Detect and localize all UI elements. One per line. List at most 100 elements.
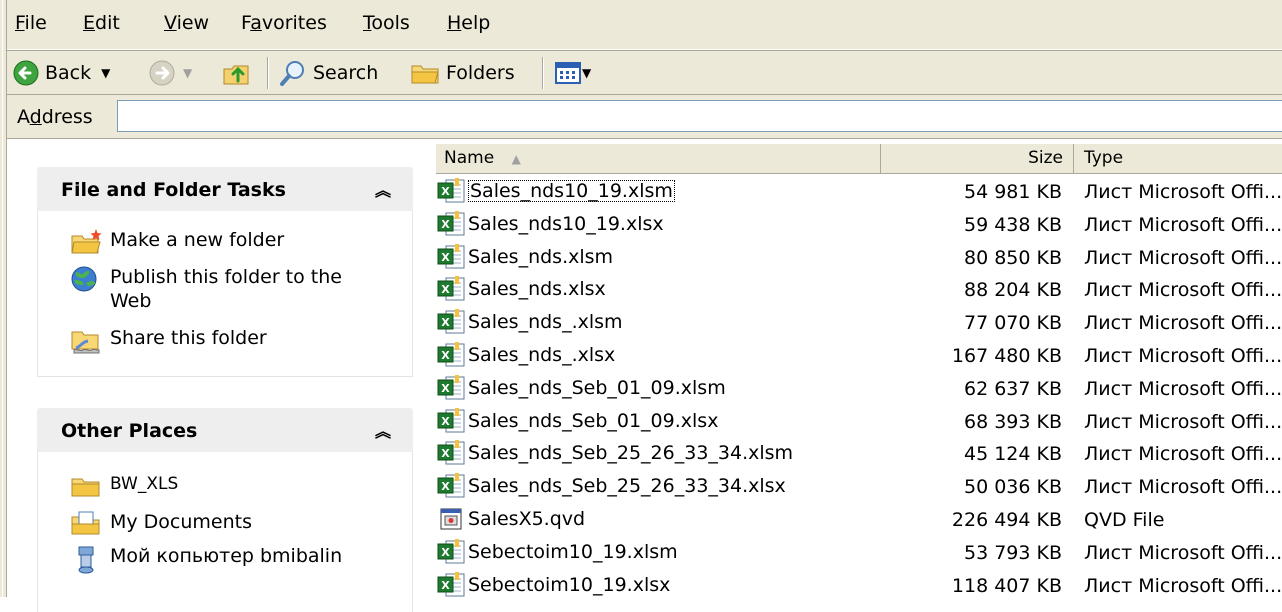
forward-button[interactable]: ▼	[149, 57, 192, 89]
excel-icon: X	[437, 407, 465, 433]
place-my-computer[interactable]: Мой копьютер bmibalin	[70, 546, 370, 574]
address-label: Address	[17, 106, 93, 128]
folders-icon	[411, 65, 439, 84]
column-header-name[interactable]: Name ▲	[436, 144, 881, 173]
toolbar-separator	[542, 57, 544, 89]
file-row[interactable]: X Sales_nds10_19.xlsm 54 981 KB Лист Micros…	[436, 174, 1282, 206]
views-dropdown-icon[interactable]: ▼	[582, 66, 591, 80]
forward-dropdown-icon[interactable]: ▼	[183, 66, 192, 80]
file-name-cell[interactable]: SalesX5.qvd	[436, 504, 585, 534]
excel-icon: X	[437, 309, 465, 334]
file-name-cell[interactable]: X Sales_nds_.xlsx	[436, 340, 615, 370]
other-places-header[interactable]: Other Places ︽	[37, 408, 413, 452]
column-header-type[interactable]: Type	[1074, 144, 1282, 173]
toolbar-separator	[267, 57, 269, 89]
file-size: 88 204 KB	[963, 279, 1062, 302]
file-name: Sebectoim10_19.xlsx	[468, 573, 671, 596]
file-type: Лист Microsoft Offi...	[1084, 181, 1282, 203]
folders-button[interactable]: Folders	[410, 57, 515, 89]
file-type: Лист Microsoft Offi...	[1084, 377, 1282, 400]
file-name: Sales_nds10_19.xlsm	[468, 180, 675, 202]
file-row[interactable]: X Sales_nds_.xlsx 167 480 KB Лист Microsoft…	[436, 338, 1282, 370]
file-name-cell[interactable]: X Sales_nds_Seb_01_09.xlsx	[436, 406, 718, 436]
publish-folder-link[interactable]: Publish this folder to the Web	[70, 265, 370, 313]
column-header-size[interactable]: Size	[881, 144, 1074, 173]
file-name-cell[interactable]: X Sales_nds10_19.xlsx	[436, 209, 664, 239]
place-bw-xls[interactable]: BW_XLS	[70, 472, 370, 500]
file-name-cell[interactable]: X Sales_nds.xlsm	[436, 242, 613, 272]
menu-file[interactable]: File	[15, 12, 47, 34]
search-button[interactable]: Search	[279, 57, 378, 89]
file-name: Sales_nds_Seb_01_09.xlsm	[468, 376, 726, 399]
share-folder-link[interactable]: Share this folder	[70, 326, 370, 354]
excel-icon: X	[437, 374, 465, 400]
file-type: Лист Microsoft Offi...	[1084, 541, 1282, 564]
excel-icon: X	[437, 440, 465, 465]
file-name-cell[interactable]: X Sebectoim10_19.xlsm	[436, 537, 678, 567]
file-name-cell[interactable]: X Sales_nds_Seb_25_26_33_34.xlsm	[436, 438, 793, 468]
menu-bar: File Edit View Favorites Tools Help	[7, 0, 1282, 50]
file-row[interactable]: X Sebectoim10_19.xlsx 118 407 KB Лист Micro…	[436, 568, 1282, 600]
share-folder-icon	[71, 331, 100, 354]
file-list: Name ▲ Size Type X Sales_nds10_19.xlsm 54 …	[436, 140, 1282, 597]
file-row[interactable]: X Sales_nds.xlsx 88 204 KB Лист Microsoft O…	[436, 272, 1282, 304]
file-size: 68 393 KB	[963, 410, 1062, 433]
file-type: Лист Microsoft Offi...	[1084, 213, 1282, 236]
make-new-folder-link[interactable]: Make a new folder	[70, 228, 370, 256]
menu-favorites[interactable]: Favorites	[241, 12, 327, 34]
file-size: 50 036 KB	[963, 476, 1062, 499]
my-documents-icon	[71, 511, 100, 535]
file-type: Лист Microsoft Offi...	[1084, 410, 1282, 433]
file-type: QVD File	[1084, 509, 1165, 531]
file-name: Sales_nds_.xlsx	[468, 344, 616, 366]
file-row[interactable]: X Sales_nds10_19.xlsx 59 438 KB Лист Micros…	[436, 207, 1282, 239]
file-name-cell[interactable]: X Sales_nds10_19.xlsm	[436, 176, 675, 206]
file-name: Sebectoim10_19.xlsm	[468, 540, 678, 563]
file-row[interactable]: X Sales_nds_Seb_01_09.xlsx 68 393 KB Лист M…	[436, 404, 1282, 436]
svg-text:X: X	[441, 283, 450, 296]
file-folder-tasks-panel: Make a new folder Publish this folder to…	[37, 211, 413, 377]
up-folder-button[interactable]	[222, 57, 252, 89]
menu-tools[interactable]: Tools	[363, 12, 410, 34]
new-folder-icon	[71, 229, 102, 254]
menu-edit[interactable]: Edit	[83, 12, 120, 34]
place-my-documents[interactable]: My Documents	[70, 510, 370, 538]
file-row[interactable]: X Sales_nds_Seb_25_26_33_34.xlsm 45 124 KB…	[436, 436, 1282, 468]
file-folder-tasks-header[interactable]: File and Folder Tasks ︽	[37, 167, 413, 211]
file-size: 80 850 KB	[963, 246, 1062, 269]
file-name-cell[interactable]: X Sales_nds.xlsx	[436, 274, 606, 304]
excel-icon: X	[437, 473, 465, 498]
file-name-cell[interactable]: X Sales_nds_Seb_01_09.xlsm	[436, 373, 726, 403]
file-name: Sales_nds10_19.xlsx	[468, 212, 664, 235]
file-name-cell[interactable]: X Sales_nds_.xlsm	[436, 307, 623, 337]
file-row[interactable]: X Sebectoim10_19.xlsm 53 793 KB Лист Micros…	[436, 535, 1282, 567]
file-name: Sales_nds.xlsm	[468, 245, 614, 268]
file-name-cell[interactable]: X Sales_nds_Seb_25_26_33_34.xlsx	[436, 471, 786, 501]
up-folder-icon	[223, 65, 249, 85]
file-row[interactable]: SalesX5.qvd 226 494 KB QVD File	[436, 502, 1282, 534]
collapse-chevron-icon[interactable]: ︽	[375, 177, 391, 201]
file-type: Лист Microsoft Offi...	[1084, 312, 1282, 335]
window-left-border	[0, 0, 7, 597]
address-input[interactable]	[117, 100, 1282, 132]
sort-ascending-icon: ▲	[511, 152, 521, 166]
other-places-panel: BW_XLS My Documents Мой копьютер bmibali…	[37, 452, 413, 612]
computer-icon	[78, 546, 94, 574]
svg-text:X: X	[441, 185, 450, 198]
collapse-chevron-icon[interactable]: ︽	[375, 418, 391, 442]
file-row[interactable]: X Sales_nds_.xlsm 77 070 KB Лист Microsoft …	[436, 305, 1282, 337]
file-type: Лист Microsoft Offi...	[1084, 476, 1282, 499]
file-row[interactable]: X Sales_nds_Seb_25_26_33_34.xlsx 50 036 KB…	[436, 469, 1282, 501]
back-dropdown-icon[interactable]: ▼	[101, 66, 110, 80]
file-row[interactable]: X Sales_nds_Seb_01_09.xlsm 62 637 KB Лист M…	[436, 371, 1282, 403]
svg-text:X: X	[441, 382, 450, 395]
back-arrow-icon	[13, 60, 39, 86]
file-size: 226 494 KB	[951, 509, 1062, 531]
menu-view[interactable]: View	[164, 12, 209, 34]
file-type: Лист Microsoft Offi...	[1084, 279, 1282, 302]
file-row[interactable]: X Sales_nds.xlsm 80 850 KB Лист Microsoft O…	[436, 240, 1282, 272]
menu-help[interactable]: Help	[447, 12, 490, 34]
views-button[interactable]: ▼	[554, 57, 591, 89]
file-name-cell[interactable]: X Sebectoim10_19.xlsx	[436, 570, 670, 600]
back-button[interactable]: Back ▼	[13, 57, 110, 89]
